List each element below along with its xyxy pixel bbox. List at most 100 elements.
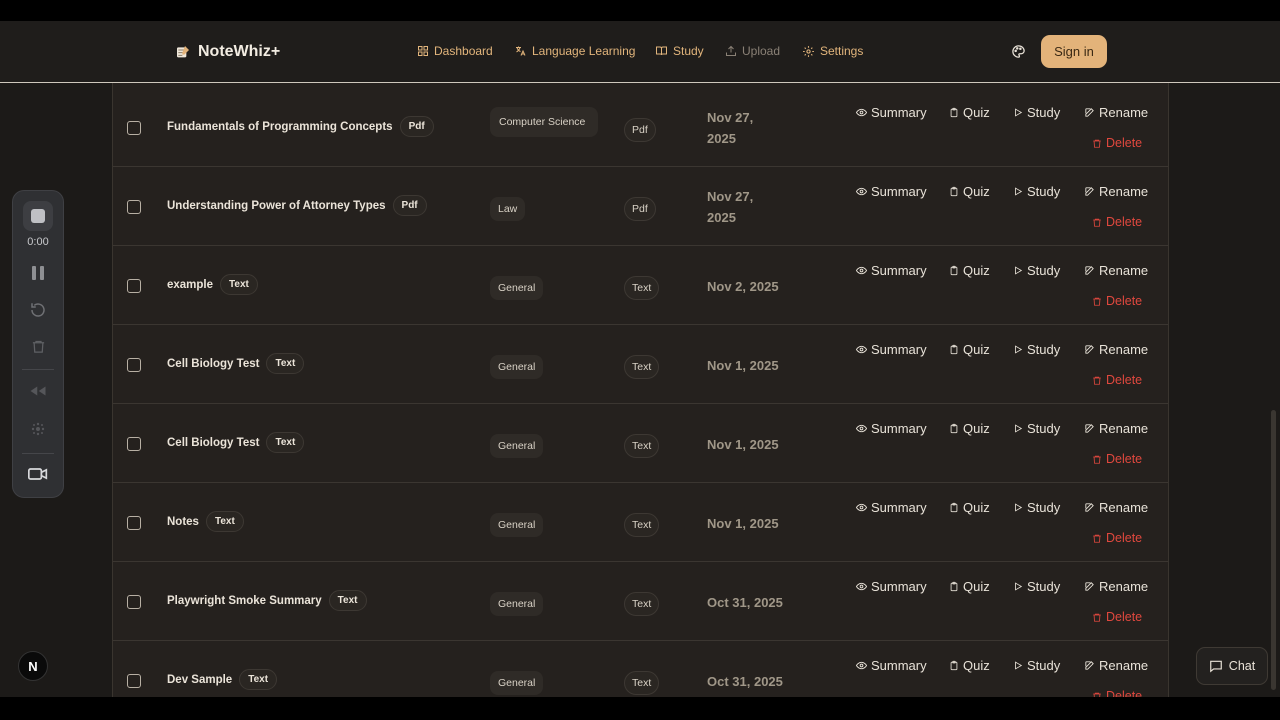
summary-button[interactable]: Summary (856, 105, 927, 120)
study-label: Study (1027, 184, 1061, 199)
document-name[interactable]: Cell Biology Test Text (167, 432, 305, 453)
summary-button[interactable]: Summary (856, 500, 927, 515)
delete-button[interactable]: Delete (1092, 610, 1142, 624)
discard-button[interactable] (13, 338, 63, 355)
restart-button[interactable] (13, 301, 63, 319)
document-name[interactable]: Fundamentals of Programming Concepts Pdf (167, 116, 434, 137)
play-icon (1015, 582, 1023, 591)
delete-button[interactable]: Delete (1092, 215, 1142, 229)
edit-icon (1085, 424, 1094, 433)
rename-button[interactable]: Rename (1084, 658, 1148, 673)
category-chip: General (490, 355, 544, 379)
rename-button[interactable]: Rename (1084, 500, 1148, 515)
play-icon (1015, 108, 1023, 117)
delete-label: Delete (1106, 610, 1143, 624)
rename-button[interactable]: Rename (1084, 105, 1148, 120)
table-row: Notes Text General Text Nov 1, 2025 Summa… (113, 483, 1168, 562)
quiz-label: Quiz (963, 184, 990, 199)
document-name[interactable]: Cell Biology Test Text (167, 353, 305, 374)
rewind-button[interactable] (13, 384, 63, 398)
document-name[interactable]: Notes Text (167, 511, 244, 532)
delete-button[interactable]: Delete (1092, 373, 1142, 387)
quiz-button[interactable]: Quiz (949, 263, 990, 278)
stop-button[interactable] (13, 201, 63, 231)
quiz-button[interactable]: Quiz (949, 342, 990, 357)
row-checkbox[interactable] (127, 516, 141, 530)
document-name[interactable]: example Text (167, 274, 258, 295)
study-button[interactable]: Study (1013, 105, 1060, 120)
document-name[interactable]: Dev Sample Text (167, 669, 278, 690)
source-badge: Pdf (399, 116, 434, 137)
quiz-label: Quiz (963, 342, 990, 357)
row-checkbox[interactable] (127, 437, 141, 451)
study-button[interactable]: Study (1013, 579, 1060, 594)
blur-button[interactable] (13, 421, 63, 437)
play-icon (1015, 661, 1023, 670)
source-badge: Text (220, 274, 258, 295)
delete-button[interactable]: Delete (1092, 294, 1142, 308)
row-checkbox[interactable] (127, 674, 141, 688)
study-label: Study (1027, 421, 1061, 436)
nav-study[interactable]: Study (655, 44, 704, 58)
delete-label: Delete (1106, 373, 1143, 387)
study-button[interactable]: Study (1013, 184, 1060, 199)
row-checkbox[interactable] (127, 279, 141, 293)
summary-button[interactable]: Summary (856, 263, 927, 278)
trash-icon (1093, 218, 1101, 227)
nav-upload[interactable]: Upload (725, 44, 780, 58)
summary-button[interactable]: Summary (856, 342, 927, 357)
nav-language-learning[interactable]: Language Learning (514, 44, 635, 58)
pause-button[interactable] (13, 265, 63, 281)
summary-button[interactable]: Summary (856, 421, 927, 436)
rename-button[interactable]: Rename (1084, 421, 1148, 436)
summary-button[interactable]: Summary (856, 658, 927, 673)
document-name[interactable]: Understanding Power of Attorney Types Pdf (167, 195, 427, 216)
chat-button[interactable]: Chat (1196, 647, 1268, 685)
rename-button[interactable]: Rename (1084, 342, 1148, 357)
date-text: Nov 27, 2025 (707, 110, 754, 146)
study-button[interactable]: Study (1013, 263, 1060, 278)
delete-button[interactable]: Delete (1092, 136, 1142, 150)
brand-name: NoteWhiz+ (198, 43, 281, 60)
rename-button[interactable]: Rename (1084, 579, 1148, 594)
page-scrollbar[interactable] (1271, 410, 1276, 690)
brand-logo[interactable]: NoteWhiz+ (175, 43, 280, 61)
file-type-chip: Text (624, 671, 660, 695)
summary-button[interactable]: Summary (856, 184, 927, 199)
study-button[interactable]: Study (1013, 658, 1060, 673)
source-badge: Text (239, 669, 278, 690)
file-type-chip: Text (624, 513, 660, 537)
trash-icon (1093, 139, 1101, 148)
study-button[interactable]: Study (1013, 421, 1060, 436)
quiz-button[interactable]: Quiz (949, 184, 990, 199)
rename-button[interactable]: Rename (1084, 263, 1148, 278)
theme-palette-button[interactable] (1011, 44, 1026, 64)
camera-button[interactable] (13, 467, 63, 481)
row-checkbox[interactable] (127, 358, 141, 372)
document-name[interactable]: Playwright Smoke Summary Text (167, 590, 367, 611)
nav-label: Upload (742, 44, 781, 58)
quiz-button[interactable]: Quiz (949, 105, 990, 120)
rename-label: Rename (1099, 500, 1149, 515)
pause-icon (32, 266, 44, 280)
delete-button[interactable]: Delete (1092, 689, 1142, 697)
study-button[interactable]: Study (1013, 500, 1060, 515)
row-checkbox[interactable] (127, 200, 141, 214)
rename-button[interactable]: Rename (1084, 184, 1148, 199)
study-button[interactable]: Study (1013, 342, 1060, 357)
nav-dashboard[interactable]: Dashboard (417, 44, 493, 58)
quiz-button[interactable]: Quiz (949, 500, 990, 515)
quiz-button[interactable]: Quiz (949, 579, 990, 594)
date-text: Nov 27, 2025 (707, 189, 754, 225)
next-dev-badge[interactable]: N (18, 651, 48, 681)
row-checkbox[interactable] (127, 595, 141, 609)
row-checkbox[interactable] (127, 121, 141, 135)
play-icon (1015, 424, 1023, 433)
quiz-button[interactable]: Quiz (949, 658, 990, 673)
summary-button[interactable]: Summary (856, 579, 927, 594)
delete-button[interactable]: Delete (1092, 452, 1142, 466)
quiz-button[interactable]: Quiz (949, 421, 990, 436)
sign-in-button[interactable]: Sign in (1041, 35, 1107, 68)
nav-settings[interactable]: Settings (802, 44, 863, 58)
delete-button[interactable]: Delete (1092, 531, 1142, 545)
